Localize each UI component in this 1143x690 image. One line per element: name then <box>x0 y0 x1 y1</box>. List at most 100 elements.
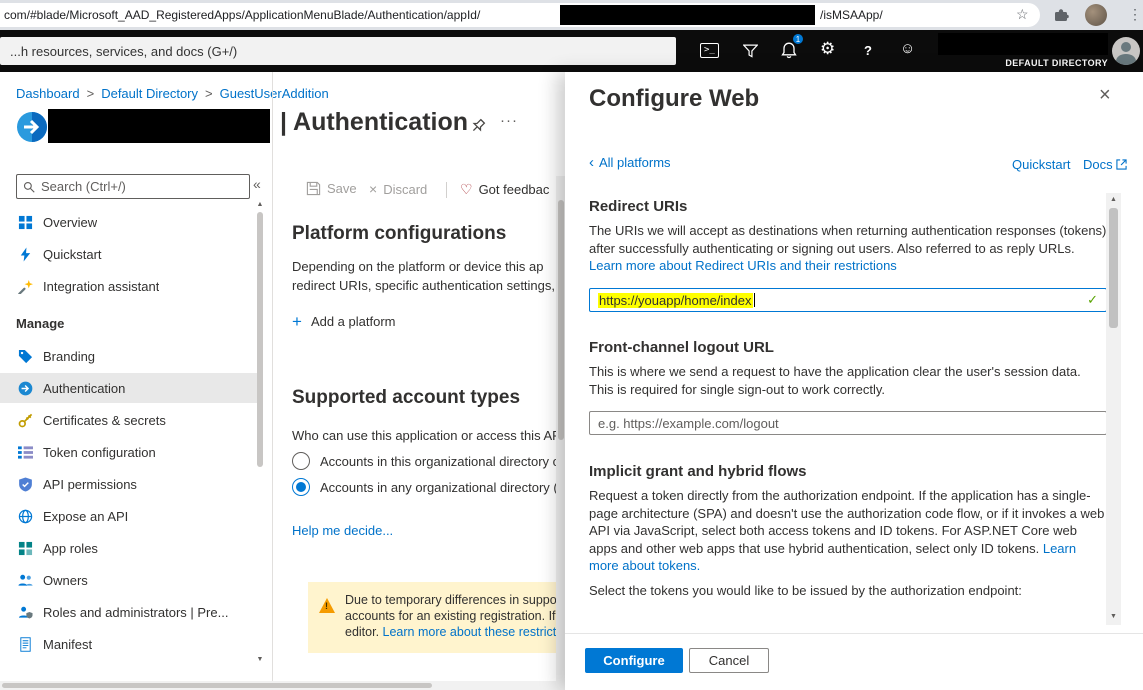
radio-this-directory-label: Accounts in this organizational director… <box>320 454 560 469</box>
sidebar-item-label: Integration assistant <box>43 279 159 294</box>
sidebar-item-api-permissions[interactable]: API permissions <box>0 469 257 499</box>
radio-any-directory-label: Accounts in any organizational directory… <box>320 480 566 495</box>
docs-link[interactable]: Docs <box>1083 157 1127 172</box>
sidebar-scrollbar-thumb[interactable] <box>257 212 263 467</box>
url-text: com/#blade/Microsoft_AAD_RegisteredApps/… <box>4 8 480 22</box>
filter-icon[interactable] <box>743 44 758 61</box>
pin-icon[interactable] <box>470 118 486 137</box>
sidebar-item-token-configuration[interactable]: Token configuration <box>0 437 257 467</box>
sidebar-item-overview[interactable]: Overview <box>0 207 257 237</box>
logout-url-input[interactable] <box>589 411 1107 435</box>
bookmark-star-icon[interactable]: ☆ <box>1016 6 1029 23</box>
sidebar-scroll-down-icon[interactable]: ▼ <box>255 656 265 663</box>
sidebar-item-authentication[interactable]: Authentication <box>0 373 257 403</box>
redirect-description-text: The URIs we will accept as destinations … <box>589 223 1106 256</box>
main-vertical-scrollbar[interactable] <box>556 176 565 690</box>
app-registration-icon <box>16 111 48 146</box>
sidebar-item-quickstart[interactable]: Quickstart <box>0 239 257 269</box>
save-label: Save <box>327 181 357 196</box>
people-icon <box>18 573 33 588</box>
main-horizontal-scrollbar[interactable] <box>0 681 556 690</box>
sidebar-scroll-up-icon[interactable]: ▲ <box>255 201 265 208</box>
document-icon <box>18 637 33 652</box>
sidebar-item-label: Overview <box>43 215 97 230</box>
person-shield-icon <box>18 605 33 620</box>
radio-this-directory[interactable]: Accounts in this organizational director… <box>292 452 560 470</box>
breadcrumb-dashboard[interactable]: Dashboard <box>16 86 80 101</box>
feedback-smiley-icon[interactable]: ☺ <box>900 41 915 56</box>
notification-badge: 1 <box>791 32 805 46</box>
sidebar-item-integration-assistant[interactable]: Integration assistant <box>0 271 257 301</box>
breadcrumb-guestuseraddition[interactable]: GuestUserAddition <box>220 86 329 101</box>
sidebar-search[interactable] <box>16 174 250 199</box>
implicit-description-text: Request a token directly from the author… <box>589 488 1104 556</box>
sidebar-item-app-roles[interactable]: App roles <box>0 533 257 563</box>
platform-description-line1: Depending on the platform or device this… <box>292 259 544 274</box>
help-icon[interactable]: ? <box>864 43 872 58</box>
discard-button[interactable]: × Discard <box>369 181 427 197</box>
redirect-uri-input[interactable]: https://youapp/home/index ✓ <box>589 288 1107 312</box>
sidebar-item-branding[interactable]: Branding <box>0 341 257 371</box>
redacted-url-segment <box>560 5 815 25</box>
add-platform-button[interactable]: + Add a platform <box>292 313 395 330</box>
radio-unselected-icon[interactable] <box>292 452 310 470</box>
main-vertical-scrollbar-thumb[interactable] <box>558 200 564 440</box>
save-button[interactable]: Save <box>306 181 357 196</box>
panel-scroll-up-icon[interactable]: ▲ <box>1106 196 1121 203</box>
panel-scrollbar-thumb[interactable] <box>1109 208 1118 328</box>
key-icon <box>18 413 33 428</box>
toolbar-separator <box>446 182 447 198</box>
cloud-shell-icon[interactable]: >_ <box>700 43 719 58</box>
plus-icon: + <box>292 313 302 330</box>
panel-close-icon[interactable]: × <box>1099 84 1111 107</box>
screen: com/#blade/Microsoft_AAD_RegisteredApps/… <box>0 0 1143 690</box>
radio-any-directory[interactable]: Accounts in any organizational directory… <box>292 478 566 496</box>
authentication-icon <box>18 381 33 396</box>
cancel-button[interactable]: Cancel <box>689 648 769 673</box>
page-title: | Authentication <box>280 108 468 137</box>
overview-icon <box>18 215 33 230</box>
sidebar-item-owners[interactable]: Owners <box>0 565 257 595</box>
sidebar-item-certificates-secrets[interactable]: Certificates & secrets <box>0 405 257 435</box>
global-search-input[interactable] <box>0 37 676 65</box>
sidebar-item-expose-an-api[interactable]: Expose an API <box>0 501 257 531</box>
breadcrumb-default-directory[interactable]: Default Directory <box>101 86 198 101</box>
all-platforms-back-link[interactable]: ‹ All platforms <box>589 155 671 170</box>
add-platform-label: Add a platform <box>311 314 396 329</box>
redirect-learn-more-link[interactable]: Learn more about Redirect URIs and their… <box>589 258 897 273</box>
browser-profile-avatar[interactable] <box>1085 4 1107 26</box>
warning-banner: ! Due to temporary differences in suppor… <box>308 582 566 653</box>
radio-selected-icon[interactable] <box>292 478 310 496</box>
main-horizontal-scrollbar-thumb[interactable] <box>2 683 432 688</box>
quickstart-icon <box>18 247 33 262</box>
sidebar-item-label: Expose an API <box>43 509 128 524</box>
help-me-decide-link[interactable]: Help me decide... <box>292 523 393 538</box>
discard-label: Discard <box>383 182 427 197</box>
browser-menu-icon[interactable]: ⋮ <box>1128 6 1142 23</box>
panel-scrollbar[interactable]: ▲ ▼ <box>1106 193 1121 625</box>
warning-exclamation: ! <box>325 601 328 611</box>
redirect-uri-value: https://youapp/home/index <box>598 293 753 308</box>
sidebar-search-input[interactable] <box>41 179 243 194</box>
quickstart-link[interactable]: Quickstart <box>1012 157 1071 172</box>
account-avatar[interactable] <box>1112 37 1140 65</box>
implicit-grant-heading: Implicit grant and hybrid flows <box>589 463 807 480</box>
settings-gear-icon[interactable]: ⚙ <box>820 40 835 57</box>
warning-line1: Due to temporary differences in supporte… <box>345 592 578 609</box>
search-icon <box>23 181 35 193</box>
valid-check-icon: ✓ <box>1087 292 1098 308</box>
feedback-button[interactable]: ♡ Got feedbac <box>460 181 549 198</box>
warning-restrictions-link[interactable]: Learn more about these restrictions. <box>383 625 583 639</box>
sidebar-item-roles-administrators[interactable]: Roles and administrators | Pre... <box>0 597 257 627</box>
configure-button[interactable]: Configure <box>585 648 683 673</box>
global-search[interactable] <box>0 37 676 65</box>
panel-scroll-down-icon[interactable]: ▼ <box>1106 613 1121 620</box>
sidebar-item-manifest[interactable]: Manifest <box>0 629 257 659</box>
browser-url-bar[interactable]: com/#blade/Microsoft_AAD_RegisteredApps/… <box>0 3 1040 27</box>
panel-footer-divider <box>565 633 1143 634</box>
more-options-icon[interactable]: ··· <box>500 112 518 129</box>
sidebar-section-manage: Manage <box>0 308 257 338</box>
sidebar-section-label: Manage <box>16 316 64 331</box>
sidebar-collapse-icon[interactable]: « <box>253 176 261 192</box>
extensions-icon[interactable] <box>1053 7 1069 26</box>
